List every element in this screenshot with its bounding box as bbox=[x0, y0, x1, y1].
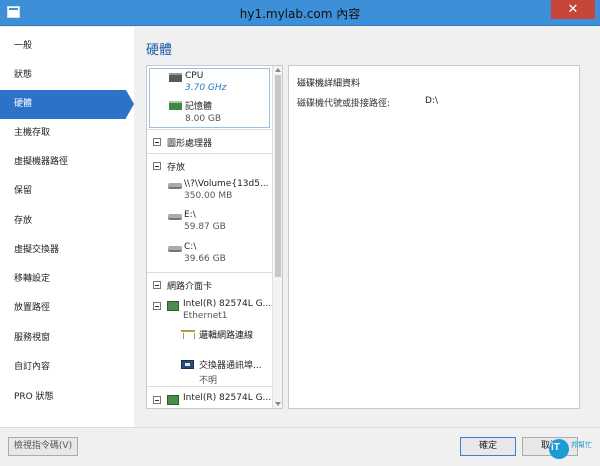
nic1-expander[interactable] bbox=[153, 302, 161, 310]
watermark-logo: iT 邦幫忙 bbox=[549, 439, 595, 463]
sidebar-item-placement-paths[interactable]: 放置路徑 bbox=[0, 294, 134, 323]
tree-divider bbox=[147, 386, 272, 387]
memory-label: 記憶體 bbox=[185, 102, 213, 112]
network-adapter-icon bbox=[167, 395, 179, 405]
tree-group-storage[interactable]: 存放 bbox=[167, 160, 185, 173]
logical-network-icon bbox=[181, 330, 195, 339]
sidebar-item-custom-properties[interactable]: 自訂內容 bbox=[0, 353, 134, 382]
sidebar-item-general[interactable]: 一般 bbox=[0, 32, 134, 61]
sidebar-item-virtual-switches[interactable]: 虛擬交換器 bbox=[0, 236, 134, 265]
close-button[interactable]: ✕ bbox=[551, 0, 595, 19]
network-adapter-icon bbox=[167, 301, 179, 311]
nic-connection: Ethernet1 bbox=[183, 311, 228, 321]
tree-item-nic1[interactable]: Intel(R) 82574L G... Ethernet1 bbox=[183, 299, 271, 321]
storage-group-expander[interactable] bbox=[153, 162, 161, 170]
cpu-label: CPU bbox=[185, 71, 204, 81]
main-content: 硬體 CPU 3.70 GHz 記憶體 8.00 GB 圖形處理器 存放 \\?… bbox=[136, 27, 592, 427]
nic-label: Intel(R) 82574L G... bbox=[183, 299, 272, 309]
cpu-node: CPU 3.70 GHz bbox=[185, 71, 226, 93]
ok-button[interactable]: 確定 bbox=[460, 437, 516, 456]
memory-icon bbox=[169, 101, 182, 110]
gpu-group-expander[interactable] bbox=[153, 138, 161, 146]
tree-item-switch-port[interactable]: 交換器通訊埠... 不明 bbox=[199, 358, 262, 386]
window-title: hy1.mylab.com 內容 bbox=[239, 7, 361, 21]
watermark-text: 邦幫忙 bbox=[571, 441, 592, 449]
switch-port-icon bbox=[181, 360, 194, 369]
hardware-tree: CPU 3.70 GHz 記憶體 8.00 GB 圖形處理器 存放 \\?\Vo… bbox=[146, 65, 283, 409]
tree-divider bbox=[147, 129, 272, 130]
disk-icon bbox=[168, 246, 182, 252]
tree-item-disk-c[interactable]: C:\ 39.66 GB bbox=[184, 242, 226, 264]
sidebar-item-pro-status[interactable]: PRO 狀態 bbox=[0, 383, 134, 412]
sidebar-item-vm-paths[interactable]: 虛擬機器路徑 bbox=[0, 148, 134, 177]
mount-path-value: D:\ bbox=[425, 96, 438, 106]
sidebar-item-status[interactable]: 狀態 bbox=[0, 61, 134, 90]
tree-item-disk-e[interactable]: E:\ 59.87 GB bbox=[184, 210, 226, 232]
disk-label: C:\ bbox=[184, 242, 197, 252]
view-script-button[interactable]: 檢視指令碼(V) bbox=[8, 437, 78, 456]
tree-group-nic[interactable]: 網路介面卡 bbox=[167, 279, 212, 292]
scroll-thumb[interactable] bbox=[275, 75, 281, 277]
watermark-logo-text: iT bbox=[551, 442, 560, 453]
disk-label: E:\ bbox=[184, 210, 196, 220]
page-title: 硬體 bbox=[146, 43, 173, 58]
scroll-up-icon[interactable] bbox=[275, 68, 281, 72]
memory-size: 8.00 GB bbox=[185, 114, 222, 124]
nic-group-expander[interactable] bbox=[153, 281, 161, 289]
sidebar-item-host-access[interactable]: 主機存取 bbox=[0, 119, 134, 148]
sidebar-item-storage[interactable]: 存放 bbox=[0, 207, 134, 236]
disk-icon bbox=[168, 183, 182, 189]
details-title: 磁碟機詳細資料 bbox=[297, 79, 361, 89]
tree-item-nic2[interactable]: Intel(R) 82574L G... bbox=[183, 393, 271, 403]
switch-port-status: 不明 bbox=[199, 376, 218, 386]
disk-size: 39.66 GB bbox=[184, 254, 226, 264]
sidebar-item-migration-settings[interactable]: 移轉設定 bbox=[0, 265, 134, 294]
tree-divider bbox=[147, 153, 272, 154]
tree-group-gpu[interactable]: 圖形處理器 bbox=[167, 136, 212, 149]
scroll-down-icon[interactable] bbox=[275, 402, 281, 406]
cpu-icon bbox=[169, 73, 182, 82]
nic2-expander[interactable] bbox=[153, 396, 161, 404]
sidebar-item-servicing-windows[interactable]: 服務視窗 bbox=[0, 324, 134, 353]
title-bar: hy1.mylab.com 內容 ✕ bbox=[0, 0, 600, 26]
disk-label: \\?\Volume{13d5... bbox=[184, 179, 269, 189]
sidebar: 一般 狀態 硬體 主機存取 虛擬機器路徑 保留 存放 虛擬交換器 移轉設定 放置… bbox=[0, 27, 134, 427]
disk-size: 350.00 MB bbox=[184, 191, 233, 201]
tree-item-disk-volume[interactable]: \\?\Volume{13d5... 350.00 MB bbox=[184, 179, 269, 201]
tree-item-memory[interactable]: 記憶體 8.00 GB bbox=[185, 99, 221, 124]
switch-port-label: 交換器通訊埠... bbox=[199, 361, 262, 371]
tree-divider bbox=[147, 272, 272, 273]
tree-scrollbar[interactable] bbox=[272, 66, 282, 408]
disk-icon bbox=[168, 214, 182, 220]
sidebar-item-reserves[interactable]: 保留 bbox=[0, 177, 134, 206]
cpu-speed: 3.70 GHz bbox=[185, 83, 227, 93]
details-panel: 磁碟機詳細資料 磁碟機代號或掛接路徑: D:\ bbox=[288, 65, 580, 409]
disk-size: 59.87 GB bbox=[184, 222, 226, 232]
dialog-footer: 檢視指令碼(V) 確定 取消 bbox=[0, 427, 600, 466]
mount-path-label: 磁碟機代號或掛接路徑: bbox=[297, 99, 391, 109]
sidebar-item-hardware[interactable]: 硬體 bbox=[0, 90, 134, 119]
tree-item-logical-network[interactable]: 邏輯網路連線 bbox=[199, 328, 253, 341]
